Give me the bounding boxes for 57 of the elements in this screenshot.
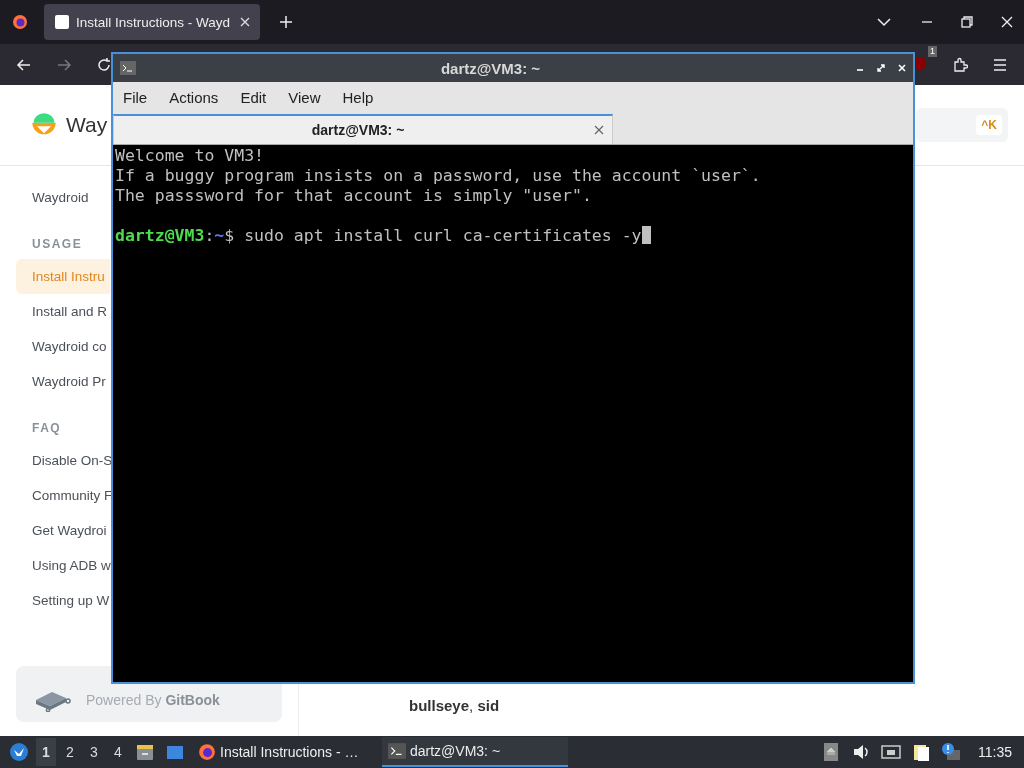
- network-icon[interactable]: [881, 742, 901, 762]
- workspace-button[interactable]: 3: [84, 738, 104, 766]
- sidebar-item[interactable]: Waydroid co: [16, 329, 110, 364]
- sidebar-item[interactable]: Waydroid Pr: [16, 364, 110, 399]
- taskbar-item[interactable]: Install Instructions - …: [192, 737, 378, 767]
- restore-icon[interactable]: [959, 14, 975, 30]
- prompt-separator: :: [204, 226, 215, 245]
- workspace-button[interactable]: 2: [60, 738, 80, 766]
- menu-item[interactable]: Edit: [240, 88, 267, 106]
- menu-item[interactable]: File: [123, 88, 148, 106]
- plus-icon[interactable]: [278, 14, 294, 30]
- page-icon: [54, 14, 70, 30]
- command-text: $ sudo apt install curl ca-certificates -y: [224, 226, 642, 245]
- back-arrow-icon[interactable]: [16, 56, 32, 73]
- extension-badge: 1: [928, 45, 937, 57]
- terminal-icon: [388, 742, 406, 760]
- terminal-line: The passsword for that account is simply "user".: [115, 186, 593, 206]
- window-title: dartz@VM3: ~: [439, 59, 542, 77]
- site-title[interactable]: Way: [66, 113, 108, 137]
- close-icon[interactable]: [999, 14, 1015, 30]
- terminal-line: Welcome to VM3!: [115, 146, 265, 166]
- firefox-icon[interactable]: [12, 14, 28, 30]
- terminal-icon: [119, 60, 137, 76]
- reload-icon[interactable]: [96, 56, 112, 73]
- clipboard-icon[interactable]: [911, 742, 931, 762]
- workspace-button[interactable]: 1: [36, 738, 56, 766]
- clock[interactable]: 11:35: [978, 744, 1012, 760]
- sidebar-item[interactable]: Using ADB w: [16, 548, 110, 583]
- puzzle-icon[interactable]: [952, 56, 968, 73]
- prompt-user-host: dartz@VM3: [115, 226, 205, 245]
- prompt-path: ~: [214, 226, 225, 245]
- workspace-button[interactable]: 4: [108, 738, 128, 766]
- terminal-tab[interactable]: dartz@VM3: ~: [113, 114, 613, 144]
- section-heading: USAGE: [32, 237, 83, 251]
- section-heading: FAQ: [32, 421, 62, 435]
- firefox-icon: [198, 743, 216, 761]
- maximize-icon[interactable]: [876, 63, 886, 73]
- menu-item[interactable]: View: [288, 88, 321, 106]
- eject-icon[interactable]: [821, 742, 841, 762]
- sidebar-item[interactable]: Disable On-S: [16, 443, 110, 478]
- menu-item[interactable]: Actions: [169, 88, 219, 106]
- sidebar-item[interactable]: Get Waydroi: [16, 513, 110, 548]
- taskbar-item[interactable]: dartz@VM3: ~: [382, 737, 568, 767]
- file-cabinet-icon[interactable]: [135, 742, 155, 762]
- terminal-line: If a buggy program insists on a password, use the account `user`.: [115, 166, 762, 186]
- shortcut-key: ^K: [976, 115, 1002, 135]
- speaker-icon[interactable]: [851, 742, 871, 762]
- content-text: bullseye, sid: [409, 697, 501, 714]
- menu-item[interactable]: Help: [342, 88, 374, 106]
- sidebar-item[interactable]: Setting up W: [16, 583, 110, 618]
- forward-arrow-icon[interactable]: [56, 56, 72, 73]
- browser-tab[interactable]: Install Instructions - Wayd: [44, 4, 260, 40]
- sidebar-item[interactable]: Install and R: [16, 294, 110, 329]
- sidebar-item[interactable]: Waydroid: [16, 180, 110, 215]
- notification-icon[interactable]: [941, 742, 961, 762]
- shield-icon[interactable]: [912, 55, 928, 72]
- menu-icon[interactable]: [992, 56, 1008, 73]
